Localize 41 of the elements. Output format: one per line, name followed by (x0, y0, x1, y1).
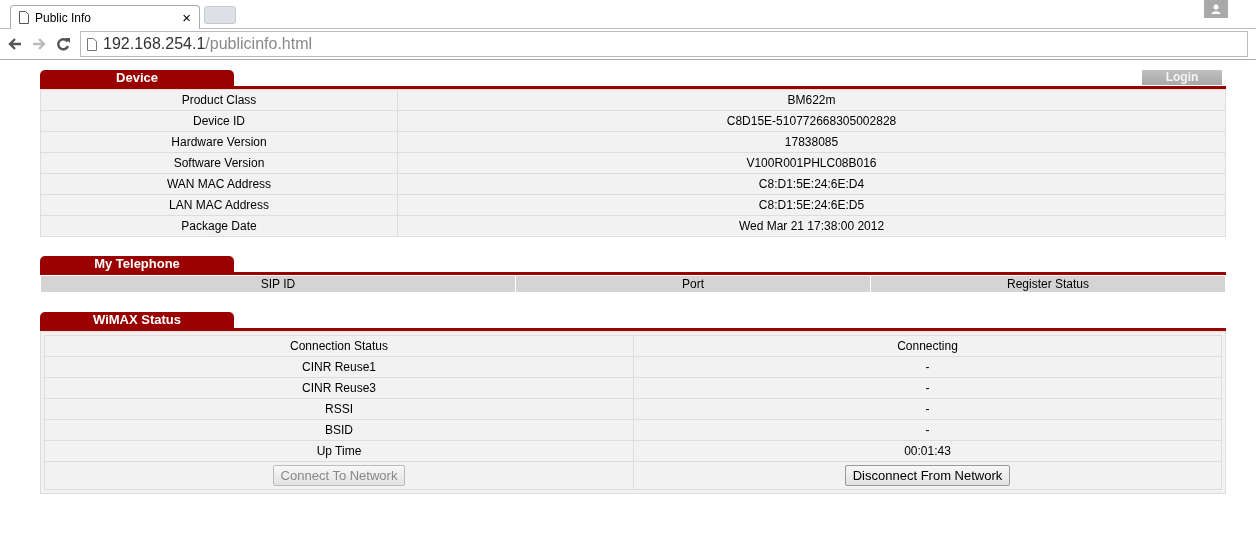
column-header: SIP ID (40, 275, 516, 293)
table-cell: C8D15E-510772668305002828 (397, 110, 1226, 132)
table-cell: BSID (44, 419, 634, 441)
table-cell: Product Class (40, 89, 398, 111)
table-cell: - (633, 377, 1222, 399)
table-cell: Connection Status (44, 335, 634, 357)
table-cell: CINR Reuse3 (44, 377, 634, 399)
table-cell: LAN MAC Address (40, 194, 398, 216)
table-cell: Device ID (40, 110, 398, 132)
new-tab-button[interactable] (204, 6, 236, 24)
table-cell: C8:D1:5E:24:6E:D5 (397, 194, 1226, 216)
table-cell: 00:01:43 (633, 440, 1222, 462)
user-icon[interactable] (1204, 0, 1228, 18)
reload-icon[interactable] (56, 37, 70, 51)
disconnect-button[interactable]: Disconnect From Network (844, 465, 1011, 486)
table-cell: C8:D1:5E:24:6E:D4 (397, 173, 1226, 195)
table-cell: Package Date (40, 215, 398, 237)
tab-title: Public Info (35, 10, 93, 25)
table-cell: V100R001PHLC08B016 (397, 152, 1226, 174)
table-cell: Software Version (40, 152, 398, 174)
browser-tab[interactable]: Public Info × (10, 5, 200, 29)
table-cell: RSSI (44, 398, 634, 420)
table-cell: Connecting (633, 335, 1222, 357)
forward-icon[interactable] (32, 38, 46, 50)
back-icon[interactable] (8, 38, 22, 50)
address-bar[interactable]: 192.168.254.1/publicinfo.html (80, 31, 1248, 57)
page-icon (87, 37, 97, 51)
table-cell: - (633, 419, 1222, 441)
table-cell: 17838085 (397, 131, 1226, 153)
table-cell: WAN MAC Address (40, 173, 398, 195)
table-cell: BM622m (397, 89, 1226, 111)
table-cell: - (633, 398, 1222, 420)
table-cell: CINR Reuse1 (44, 356, 634, 378)
close-icon[interactable]: × (182, 9, 191, 26)
column-header: Port (515, 275, 871, 293)
page-icon (19, 11, 29, 24)
table-cell: Up Time (44, 440, 634, 462)
table-cell: Wed Mar 21 17:38:00 2012 (397, 215, 1226, 237)
column-header: Register Status (870, 275, 1226, 293)
table-cell: - (633, 356, 1222, 378)
table-cell: Hardware Version (40, 131, 398, 153)
